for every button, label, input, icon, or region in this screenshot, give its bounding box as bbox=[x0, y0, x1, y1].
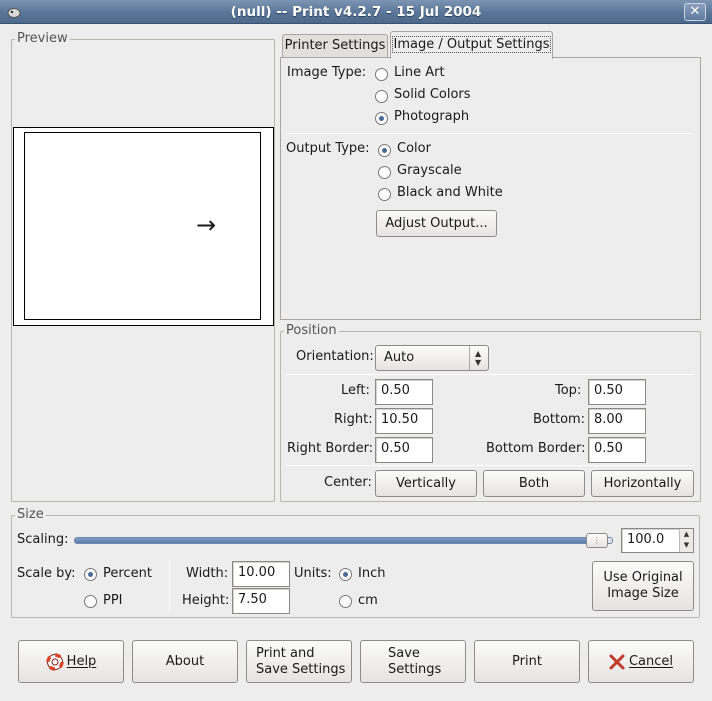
help-button[interactable]: Help bbox=[18, 640, 124, 683]
scaling-slider-handle[interactable]: ⋮ bbox=[585, 533, 608, 548]
use-original-line2: Image Size bbox=[607, 586, 679, 601]
image-type-label: Image Type: bbox=[287, 65, 367, 80]
grip-icon: ⋮ bbox=[592, 535, 601, 545]
radio-photograph[interactable] bbox=[375, 112, 388, 125]
radio-photograph-label[interactable]: Photograph bbox=[394, 109, 469, 124]
scale-by-divider bbox=[169, 560, 170, 612]
save-settings-line2: Settings bbox=[388, 661, 442, 677]
window-title: (null) -- Print v4.2.7 - 15 Jul 2004 bbox=[230, 4, 482, 20]
radio-solid-colors-label[interactable]: Solid Colors bbox=[394, 87, 471, 102]
radio-percent-label[interactable]: Percent bbox=[103, 566, 152, 581]
close-button[interactable]: ✕ bbox=[684, 3, 706, 21]
preview-arrow-icon: → bbox=[196, 211, 217, 239]
radio-ppi[interactable] bbox=[84, 595, 97, 608]
use-original-line1: Use Original bbox=[603, 570, 683, 585]
scaling-slider[interactable] bbox=[74, 537, 613, 544]
cancel-button[interactable]: Cancel bbox=[588, 640, 694, 683]
close-icon: ✕ bbox=[689, 4, 701, 19]
print-and-save-settings-button[interactable]: Print and Save Settings bbox=[246, 640, 352, 683]
radio-inch[interactable] bbox=[339, 568, 352, 581]
cancel-label: Cancel bbox=[628, 653, 674, 669]
top-input[interactable]: 0.50 bbox=[588, 379, 646, 405]
scaling-label: Scaling: bbox=[17, 532, 69, 547]
help-lifebuoy-icon bbox=[45, 652, 64, 671]
save-settings-line1: Save bbox=[388, 645, 420, 661]
position-label: Position bbox=[284, 323, 339, 338]
center-separator bbox=[286, 465, 694, 466]
bottom-border-input[interactable]: 0.50 bbox=[588, 437, 646, 463]
radio-color-label[interactable]: Color bbox=[397, 141, 431, 156]
spin-up-icon[interactable]: ▲ bbox=[684, 530, 689, 538]
radio-solid-colors[interactable] bbox=[375, 90, 388, 103]
orientation-select-value: Auto bbox=[384, 350, 415, 365]
scaling-slider-fill bbox=[75, 538, 607, 543]
center-both-button[interactable]: Both bbox=[483, 470, 585, 497]
bottom-input[interactable]: 8.00 bbox=[588, 408, 646, 434]
center-vertically-button[interactable]: Vertically bbox=[375, 470, 477, 497]
radio-black-and-white[interactable] bbox=[378, 188, 391, 201]
right-input[interactable]: 10.50 bbox=[375, 408, 433, 434]
orientation-select[interactable]: Auto ▲ ▼ bbox=[375, 345, 489, 371]
print-and-save-line1: Print and bbox=[256, 645, 315, 661]
bottom-border-label: Bottom Border: bbox=[486, 441, 586, 456]
preview-image-area[interactable] bbox=[24, 132, 261, 320]
scale-by-label: Scale by: bbox=[17, 566, 76, 581]
radio-black-and-white-label[interactable]: Black and White bbox=[397, 185, 503, 200]
orientation-separator bbox=[286, 374, 694, 375]
output-type-label: Output Type: bbox=[286, 141, 370, 156]
scaling-spin-buttons[interactable]: ▲ ▼ bbox=[679, 529, 693, 552]
spin-down-icon[interactable]: ▼ bbox=[684, 541, 689, 549]
radio-grayscale-label[interactable]: Grayscale bbox=[397, 163, 462, 178]
width-input[interactable]: 10.00 bbox=[232, 561, 290, 587]
tab-printer-settings[interactable]: Printer Settings bbox=[282, 34, 388, 58]
left-label: Left: bbox=[341, 383, 370, 398]
save-settings-button[interactable]: Save Settings bbox=[360, 640, 466, 683]
help-label: Help bbox=[66, 653, 97, 669]
orientation-label: Orientation: bbox=[296, 349, 374, 364]
center-label: Center: bbox=[324, 475, 372, 490]
image-type-separator bbox=[287, 133, 694, 134]
tab-image-output-settings-label: Image / Output Settings bbox=[391, 36, 552, 53]
bottom-label: Bottom: bbox=[533, 412, 586, 427]
left-input[interactable]: 0.50 bbox=[375, 379, 433, 405]
width-label: Width: bbox=[186, 566, 229, 581]
radio-percent[interactable] bbox=[84, 568, 97, 581]
tab-image-output-settings[interactable]: Image / Output Settings bbox=[390, 31, 553, 59]
adjust-output-button[interactable]: Adjust Output... bbox=[376, 210, 497, 237]
right-border-label: Right Border: bbox=[287, 441, 374, 456]
print-and-save-line2: Save Settings bbox=[256, 661, 346, 677]
preview-label: Preview bbox=[15, 31, 70, 46]
radio-line-art[interactable] bbox=[375, 68, 388, 81]
units-label: Units: bbox=[294, 566, 332, 581]
right-label: Right: bbox=[334, 412, 373, 427]
top-label: Top: bbox=[555, 383, 582, 398]
tab-active-join bbox=[391, 56, 552, 58]
size-label: Size bbox=[15, 507, 46, 522]
radio-inch-label[interactable]: Inch bbox=[358, 566, 385, 581]
tab-printer-settings-label: Printer Settings bbox=[284, 38, 386, 53]
radio-cm-label[interactable]: cm bbox=[358, 593, 378, 608]
radio-grayscale[interactable] bbox=[378, 166, 391, 179]
height-input[interactable]: 7.50 bbox=[232, 588, 290, 614]
radio-ppi-label[interactable]: PPI bbox=[103, 593, 123, 608]
use-original-image-size-button[interactable]: Use Original Image Size bbox=[592, 561, 694, 611]
cancel-x-icon bbox=[609, 654, 625, 669]
center-horizontally-button[interactable]: Horizontally bbox=[591, 470, 694, 497]
print-button[interactable]: Print bbox=[474, 640, 580, 683]
chevron-updown-icon: ▲ ▼ bbox=[475, 349, 482, 367]
right-border-input[interactable]: 0.50 bbox=[375, 437, 433, 463]
height-label: Height: bbox=[182, 593, 230, 608]
spin-updown-icon bbox=[469, 346, 470, 370]
radio-line-art-label[interactable]: Line Art bbox=[394, 65, 445, 80]
radio-cm[interactable] bbox=[339, 595, 352, 608]
about-button[interactable]: About bbox=[132, 640, 238, 683]
radio-color[interactable] bbox=[378, 144, 391, 157]
